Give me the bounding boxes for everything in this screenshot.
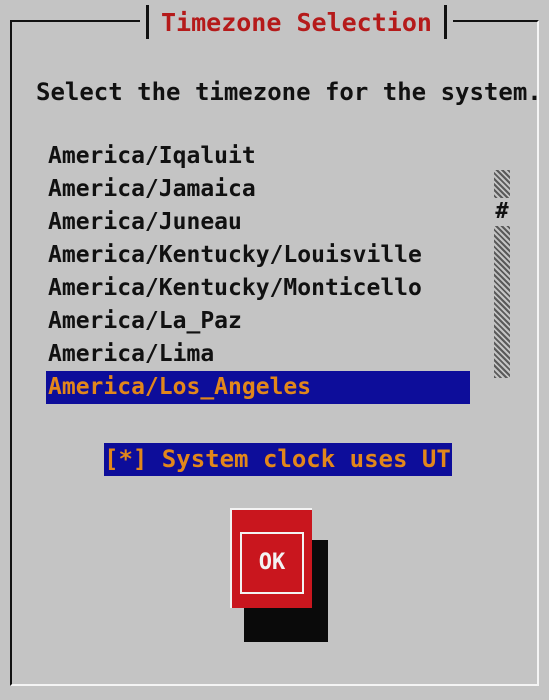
list-scrollbar[interactable]: # (494, 170, 510, 378)
timezone-item[interactable]: America/La_Paz (46, 305, 470, 338)
utc-checkbox[interactable]: [*] System clock uses UTC (104, 443, 452, 476)
dialog-title-bar: Timezone Selection (140, 4, 453, 40)
timezone-item[interactable]: America/Kentucky/Monticello (46, 272, 470, 305)
timezone-item[interactable]: America/Iqaluit (46, 140, 470, 173)
timezone-item[interactable]: America/Jamaica (46, 173, 470, 206)
scrollbar-thumb[interactable]: # (494, 200, 510, 224)
title-right-bar (443, 5, 447, 39)
prompt-text: Select the timezone for the system. (36, 78, 542, 106)
ok-button[interactable]: OK (230, 508, 312, 608)
timezone-dialog: Timezone Selection Select the timezone f… (0, 0, 549, 700)
timezone-item[interactable]: America/Lima (46, 338, 470, 371)
timezone-item-selected[interactable]: America/Los_Angeles (46, 371, 470, 404)
timezone-list[interactable]: America/Iqaluit America/Jamaica America/… (46, 140, 470, 404)
timezone-item[interactable]: America/Juneau (46, 206, 470, 239)
dialog-title: Timezone Selection (161, 7, 432, 37)
ok-button-label: OK (240, 532, 304, 594)
timezone-item[interactable]: America/Kentucky/Louisville (46, 239, 470, 272)
